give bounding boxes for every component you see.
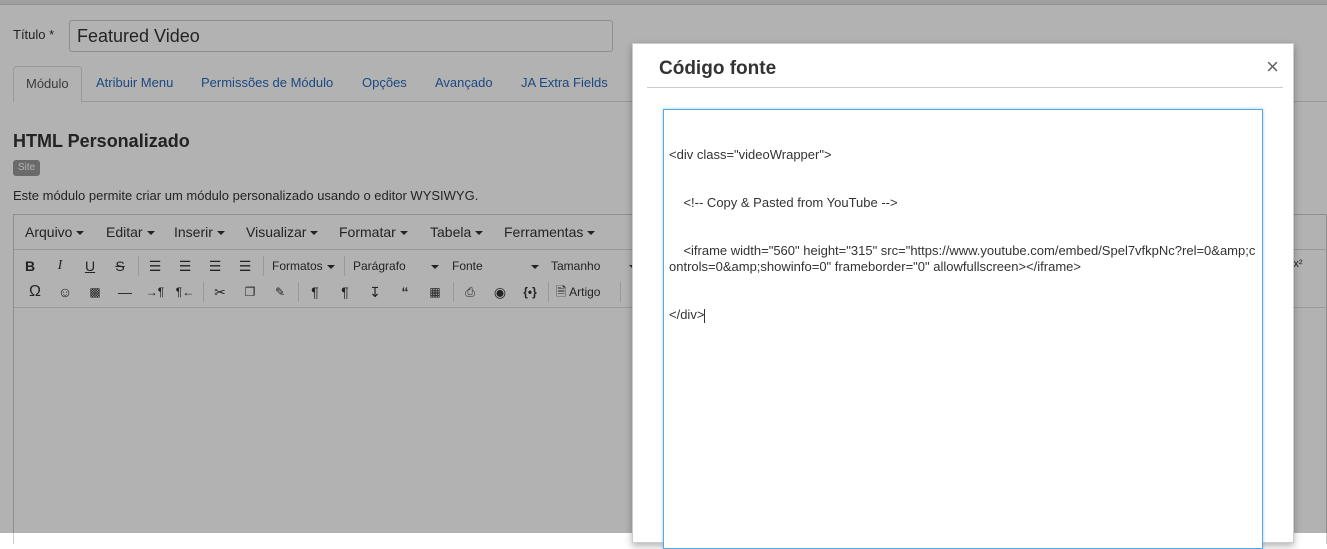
source-code-dialog: Código fonte × <div class="videoWrapper"…	[632, 43, 1294, 549]
close-icon[interactable]: ×	[1266, 54, 1279, 80]
dialog-header: Código fonte ×	[647, 44, 1283, 88]
code-line: <!-- Copy & Pasted from YouTube -->	[669, 195, 898, 210]
article-edit-page: Título * Módulo Atribuir Menu Permissões…	[0, 0, 1327, 549]
source-code-textarea[interactable]: <div class="videoWrapper"> <!-- Copy & P…	[663, 109, 1263, 549]
code-line-last: </div>	[669, 307, 706, 323]
text-cursor	[704, 308, 706, 323]
dialog-title: Código fonte	[659, 58, 777, 79]
code-line: <div class="videoWrapper">	[669, 147, 832, 162]
code-line: <iframe width="560" height="315" src="ht…	[669, 243, 1256, 274]
